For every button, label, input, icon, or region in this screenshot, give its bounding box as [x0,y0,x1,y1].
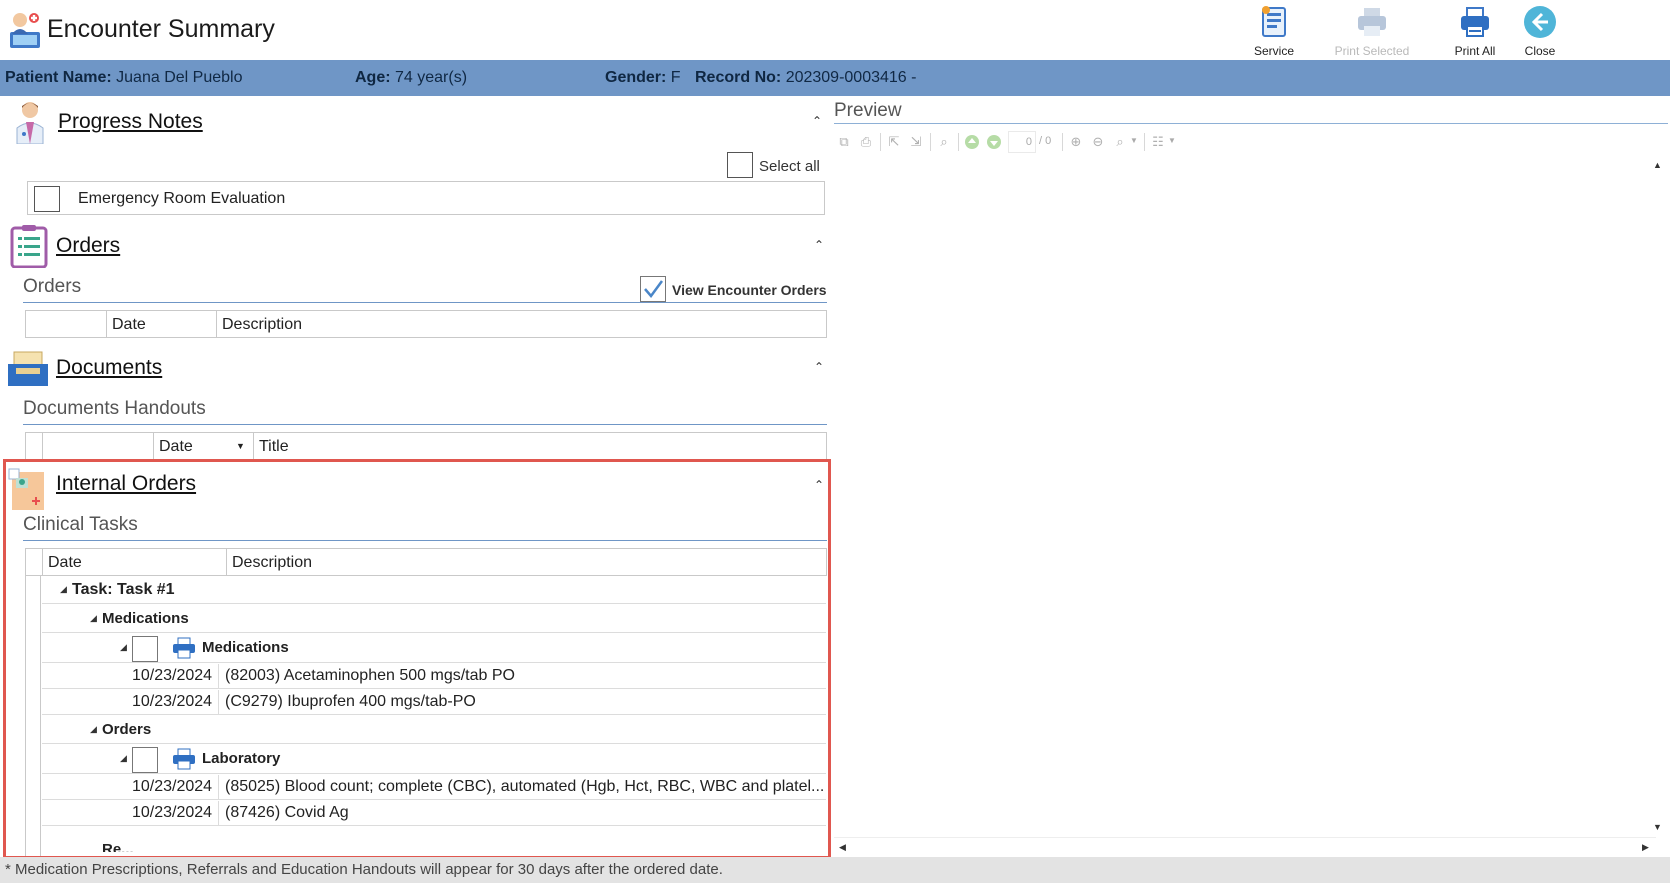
zoom-out-icon[interactable]: ⊖ [1090,134,1106,150]
zoom-dropdown-icon[interactable]: ⌕ [1112,134,1128,150]
back-arrow-icon [1522,4,1558,40]
partial-group-row[interactable]: Re... [42,827,826,852]
row-indicator-column [25,576,41,857]
printer-disabled-icon [1354,4,1390,40]
table-row[interactable]: 10/23/2024 (82003) Acetaminophen 500 mgs… [42,664,826,689]
preview-toolbar: ⧉ ⎙ ⇱ ⇲ ⌕ 0 / 0 ⊕ ⊖ ⌕ ▼ ☷ ▼ [836,131,1216,153]
summary-sections-panel: Progress Notes ⌃ Select all Emergency Ro… [0,96,832,857]
find-icon[interactable]: ⌕ [936,134,952,150]
clinical-tasks-description-header[interactable]: Description [226,549,826,576]
documents-divider [23,424,827,425]
page-layout-icon[interactable]: ☷ [1150,134,1166,150]
medications-subgroup-checkbox[interactable] [132,636,158,662]
view-encounter-orders-label: View Encounter Orders [672,282,827,298]
orders-divider [23,302,827,303]
collapse-documents-icon[interactable]: ⌃ [814,360,824,374]
orders-group-row[interactable]: ◢ Orders [42,716,826,744]
page-number-input[interactable]: 0 [1008,131,1036,153]
print-all-label: Print All [1454,44,1496,58]
encounter-summary-window: Encounter Summary Service History [0,0,1670,883]
service-history-icon [1256,4,1292,40]
expanded-arrow-icon[interactable]: ◢ [120,642,127,653]
collapse-progress-notes-icon[interactable]: ⌃ [812,114,822,128]
documents-subtitle: Documents Handouts [23,398,206,419]
expanded-arrow-icon[interactable]: ◢ [90,724,97,735]
documents-date-header[interactable]: Date ▼ [153,433,253,460]
page-total-label: / 0 [1039,135,1052,147]
scroll-left-icon[interactable]: ◀ [839,842,846,853]
print-all-button[interactable]: Print All [1440,4,1510,58]
medications-group-row[interactable]: ◢ Medications [42,605,826,633]
clinical-tasks-date-header[interactable]: Date [42,549,226,576]
copy-icon[interactable]: ⧉ [836,134,852,150]
chevron-down-icon[interactable]: ▼ [1168,136,1176,145]
app-title: Encounter Summary [47,15,275,43]
internal-orders-title[interactable]: Internal Orders [56,472,196,496]
chevron-down-icon[interactable]: ▼ [1130,136,1138,145]
scroll-right-icon[interactable]: ▶ [1642,842,1649,853]
table-row[interactable]: 10/23/2024 (85025) Blood count; complete… [42,775,826,800]
progress-notes-title[interactable]: Progress Notes [58,110,203,134]
patient-age: Age: 74 year(s) [355,69,468,86]
documents-indicator-column [42,433,48,460]
printer-icon [1457,4,1493,40]
table-row[interactable]: 10/23/2024 (87426) Covid Ag [42,801,826,826]
close-button[interactable]: Close [1515,4,1565,58]
app-doctor-icon [4,10,44,50]
collapse-internal-orders-icon[interactable]: ⌃ [814,478,824,492]
internal-orders-icon [8,468,48,512]
zoom-in-icon[interactable]: ⊕ [1068,134,1084,150]
patient-gender: Gender: F [605,69,681,86]
scroll-up-icon[interactable]: ▲ [1653,160,1662,170]
scroll-down-icon[interactable]: ▼ [1653,822,1662,832]
task-group-row[interactable]: ◢ Task: Task #1 [42,576,826,604]
previous-page-icon[interactable] [964,134,980,150]
footer-note-bar: * Medication Prescriptions, Referrals an… [0,857,1670,883]
laboratory-subgroup-checkbox[interactable] [132,747,158,773]
progress-note-checkbox[interactable] [34,186,60,212]
documents-title[interactable]: Documents [56,356,162,380]
expanded-arrow-icon[interactable]: ◢ [120,753,127,764]
document-tray-icon [6,348,50,388]
clinical-tasks-divider [23,540,827,541]
sort-down-icon[interactable]: ▼ [236,433,245,460]
orders-subtitle: Orders [23,276,82,297]
progress-note-item[interactable]: Emergency Room Evaluation [27,181,825,215]
print-icon[interactable]: ⎙ [858,134,874,150]
title-bar: Encounter Summary Service History [0,0,1670,72]
documents-grid-header: Date ▼ Title [25,432,827,460]
close-label: Close [1524,44,1556,58]
patient-name: Patient Name: Juana Del Pueblo [5,69,243,86]
clinical-tasks-grid-header: Date Description [25,548,827,576]
documents-title-header[interactable]: Title [253,433,823,460]
next-page-icon[interactable] [986,134,1002,150]
preview-divider [834,123,1668,124]
orders-title[interactable]: Orders [56,234,120,258]
select-all-label: Select all [759,158,820,175]
collapse-orders-icon[interactable]: ⌃ [814,238,824,252]
select-all-checkbox[interactable] [727,152,753,178]
laboratory-subgroup-row[interactable]: ◢ Laboratory [42,745,826,774]
doctor-icon [14,100,46,145]
table-row[interactable]: 10/23/2024 (C9279) Ibuprofen 400 mgs/tab… [42,690,826,715]
printer-icon[interactable] [172,748,196,770]
footer-note: * Medication Prescriptions, Referrals an… [5,861,723,878]
clinical-tasks-subtitle: Clinical Tasks [23,514,138,535]
expanded-arrow-icon[interactable]: ◢ [90,613,97,624]
orders-grid-header: Date Description [25,310,827,338]
patient-info-bar: Patient Name: Juana Del Pueblo Age: 74 y… [0,60,1670,96]
patient-record: Record No: 202309-0003416 - [695,69,917,86]
printer-icon[interactable] [172,637,196,659]
clipboard-list-icon [10,224,48,269]
expanded-arrow-icon[interactable]: ◢ [60,584,67,595]
preview-title: Preview [834,100,902,121]
preview-horizontal-scrollbar[interactable]: ◀ ▶ [834,837,1656,855]
save-icon[interactable]: ⇲ [908,134,924,150]
export-icon[interactable]: ⇱ [886,134,902,150]
orders-description-header[interactable]: Description [216,311,816,338]
view-encounter-orders-checkbox[interactable] [640,276,666,302]
progress-note-label: Emergency Room Evaluation [78,190,286,207]
medications-subgroup-row[interactable]: ◢ Medications [42,634,826,663]
orders-date-header[interactable]: Date [106,311,216,338]
